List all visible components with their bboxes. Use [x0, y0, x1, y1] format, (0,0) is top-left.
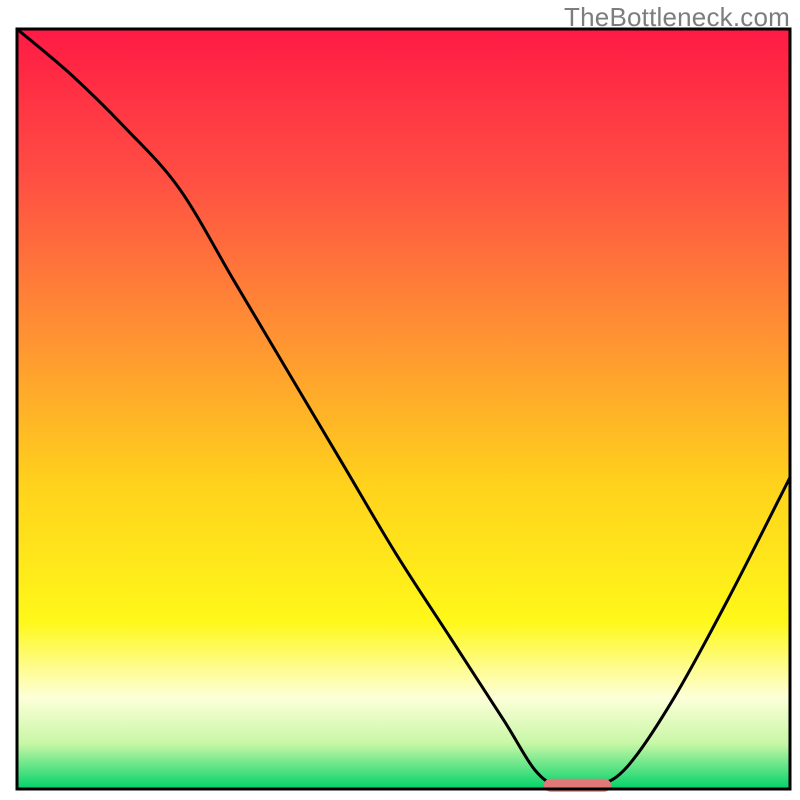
watermark-text: TheBottleneck.com	[564, 2, 790, 33]
chart-stage: TheBottleneck.com	[0, 0, 800, 800]
plot-background	[17, 29, 790, 789]
bottleneck-chart	[0, 0, 800, 800]
